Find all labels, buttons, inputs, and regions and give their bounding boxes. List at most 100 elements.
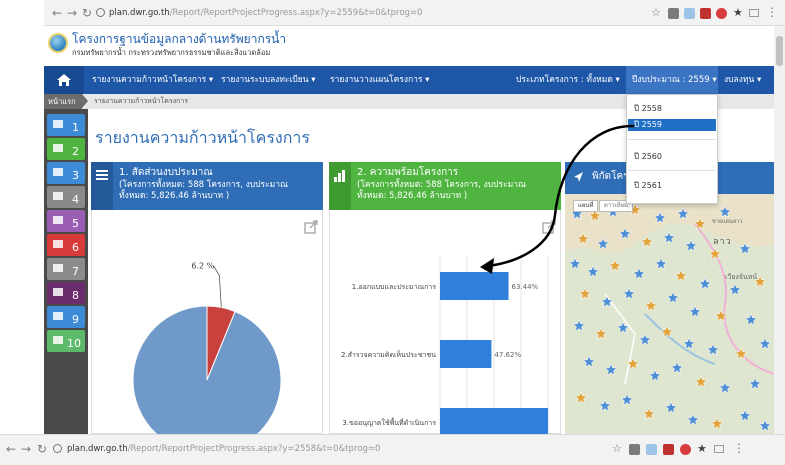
sidebar-button-6[interactable]: 6 (47, 234, 85, 256)
location-arrow-icon (574, 172, 583, 182)
map-project-marker (618, 227, 632, 240)
sidebar-button-4[interactable]: 4 (47, 186, 85, 208)
reload-icon[interactable]: ↻ (37, 443, 47, 455)
readiness-panel-subtitle: (โครงการทั้งหมด: 588 โครงการ, งบประมาณทั… (357, 180, 526, 201)
external-link-icon[interactable] (304, 220, 318, 234)
sidebar-button-9[interactable]: 9 (47, 306, 85, 328)
home-icon (57, 74, 71, 86)
list-icon (96, 170, 108, 180)
dropdown-divider (628, 170, 716, 171)
sidebar-button-7[interactable]: 7 (47, 258, 85, 280)
map-city-label: เวียงจันทน์ (725, 273, 758, 281)
map-project-marker (653, 211, 667, 224)
map-type-map-button[interactable]: แผนที่ (573, 200, 599, 212)
nav-planning-report[interactable]: รายงานวางแผนโครงการ ▾ (330, 66, 429, 94)
sidebar-button-icon (53, 240, 63, 248)
sidebar-button-number: 10 (67, 337, 81, 350)
bookmark-star-icon[interactable]: ☆ (651, 7, 661, 19)
sidebar-button-number: 8 (72, 289, 79, 302)
fiscal-option-2558[interactable]: ปี 2558 (630, 103, 714, 115)
page-title: รายงานความก้าวหน้าโครงการ (95, 128, 310, 147)
fiscal-option-2561[interactable]: ปี 2561 (630, 180, 714, 192)
sidebar-button-10[interactable]: 10 (47, 330, 85, 352)
map-region-label: ชายแดนลาว (712, 219, 743, 225)
nav-registration-report[interactable]: รายงานระบบลงทะเบียน ▾ (221, 66, 316, 94)
sidebar-button-number: 6 (72, 241, 79, 254)
budget-panel-subtitle: (โครงการทั้งหมด: 588 โครงการ, งบประมาณทั… (119, 180, 288, 201)
bar-category-label: 1.ออกแบบและประมาณการ (352, 283, 436, 291)
fiscal-option-2559[interactable]: ปี 2559 (628, 119, 716, 131)
map-project-marker (596, 237, 610, 250)
sidebar-button-8[interactable]: 8 (47, 282, 85, 304)
sidebar-button-icon (53, 216, 63, 224)
adblock-extension-icon[interactable] (680, 444, 691, 455)
sidebar-button-2[interactable]: 2 (47, 138, 85, 160)
sidebar-button-icon (53, 312, 63, 320)
breadcrumb-home[interactable]: หน้าแรก (44, 94, 82, 109)
sidebar-button-icon (53, 288, 63, 296)
map-project-marker (718, 205, 732, 218)
adblock-extension-icon[interactable] (716, 8, 727, 19)
sidebar-button-number: 2 (72, 145, 79, 158)
external-link-icon[interactable] (542, 220, 556, 234)
menu-dots-icon[interactable]: ⋮ (733, 442, 745, 454)
forward-arrow-icon[interactable]: → (21, 443, 31, 455)
back-arrow-icon[interactable]: ← (6, 443, 16, 455)
sidebar-button-5[interactable]: 5 (47, 210, 85, 232)
url-host: plan.dwr.go.th (67, 444, 128, 454)
sidebar-button-1[interactable]: 1 (47, 114, 85, 136)
cast-icon[interactable] (714, 445, 724, 453)
lock-extension-icon[interactable] (629, 444, 640, 455)
sidebar-button-number: 1 (72, 121, 79, 134)
address-bar[interactable]: plan.dwr.go.th/Report/ReportProjectProgr… (109, 8, 422, 18)
readiness-panel-title: 2. ความพร้อมโครงการ (357, 167, 459, 178)
bar-category-label: 3.ขออนุญาตใช้พื้นที่ดำเนินการ (342, 416, 436, 427)
bar-value-label: 47.62% (494, 351, 521, 359)
sidebar-button-number: 7 (72, 265, 79, 278)
reload-icon[interactable]: ↻ (82, 7, 92, 19)
pin-extension-icon[interactable]: ★ (697, 443, 707, 455)
info-icon[interactable] (53, 444, 62, 453)
nav-project-type[interactable]: ประเภทโครงการ : ทั้งหมด ▾ (516, 66, 620, 94)
project-map[interactable]: แผนที่ ดาวเทียม ชายแดนลาว ลาว เวียงจันทน… (565, 194, 775, 434)
page-scroll-thumb[interactable] (776, 36, 783, 66)
fiscal-option-2560[interactable]: ปี 2560 (630, 151, 714, 163)
nav-budget[interactable]: งบลงทุน ▾ (724, 66, 761, 94)
translate-extension-icon[interactable] (684, 8, 695, 19)
address-bar-bottom[interactable]: plan.dwr.go.th/Report/ReportProjectProgr… (67, 444, 380, 454)
sidebar-button-3[interactable]: 3 (47, 162, 85, 184)
sidebar-button-icon (53, 168, 63, 176)
budget-panel-icon-box (91, 162, 113, 210)
readiness-bar-chart: 1.ออกแบบและประมาณการ 63.44% 2.สำรวจความคิด… (341, 256, 549, 434)
map-country-label: ลาว (713, 237, 732, 247)
bar-value-label: 63.44% (512, 283, 539, 291)
forward-arrow-icon[interactable]: → (67, 7, 77, 19)
info-icon[interactable] (96, 8, 105, 17)
pdf-extension-icon[interactable] (700, 8, 711, 19)
nav-home-button[interactable] (44, 66, 84, 94)
url-path: /Report/ReportProjectProgress.aspx?y=255… (127, 444, 381, 454)
lock-extension-icon[interactable] (668, 8, 679, 19)
page-scrollbar[interactable] (774, 26, 785, 434)
bar-0 (440, 272, 509, 300)
bar-2 (440, 408, 548, 434)
sidebar-button-number: 5 (72, 217, 79, 230)
pie-slice-1 (132, 305, 282, 434)
nav-progress-report[interactable]: รายงานความก้าวหน้าโครงการ ▾ (92, 66, 213, 94)
pin-extension-icon[interactable]: ★ (733, 7, 743, 19)
pdf-extension-icon[interactable] (663, 444, 674, 455)
bar-1 (440, 340, 492, 368)
translate-extension-icon[interactable] (646, 444, 657, 455)
map-project-marker (676, 207, 690, 220)
menu-dots-icon[interactable]: ⋮ (766, 6, 778, 18)
nav-fiscal-year[interactable]: ปีงบประมาณ : 2559 ▾ (626, 66, 718, 94)
budget-pie-chart: 6.2 % (132, 261, 282, 434)
dropdown-divider (628, 139, 716, 140)
url-host: plan.dwr.go.th (109, 8, 170, 18)
back-arrow-icon[interactable]: ← (52, 7, 62, 19)
pie-slice-label: 6.2 % (191, 261, 214, 270)
cast-icon[interactable] (749, 9, 759, 17)
site-title: โครงการฐานข้อมูลกลางด้านทรัพยากรน้ำ (72, 32, 287, 46)
budget-panel-title: 1. สัดส่วนงบประมาณ (119, 167, 213, 178)
bookmark-star-icon[interactable]: ☆ (612, 443, 622, 455)
